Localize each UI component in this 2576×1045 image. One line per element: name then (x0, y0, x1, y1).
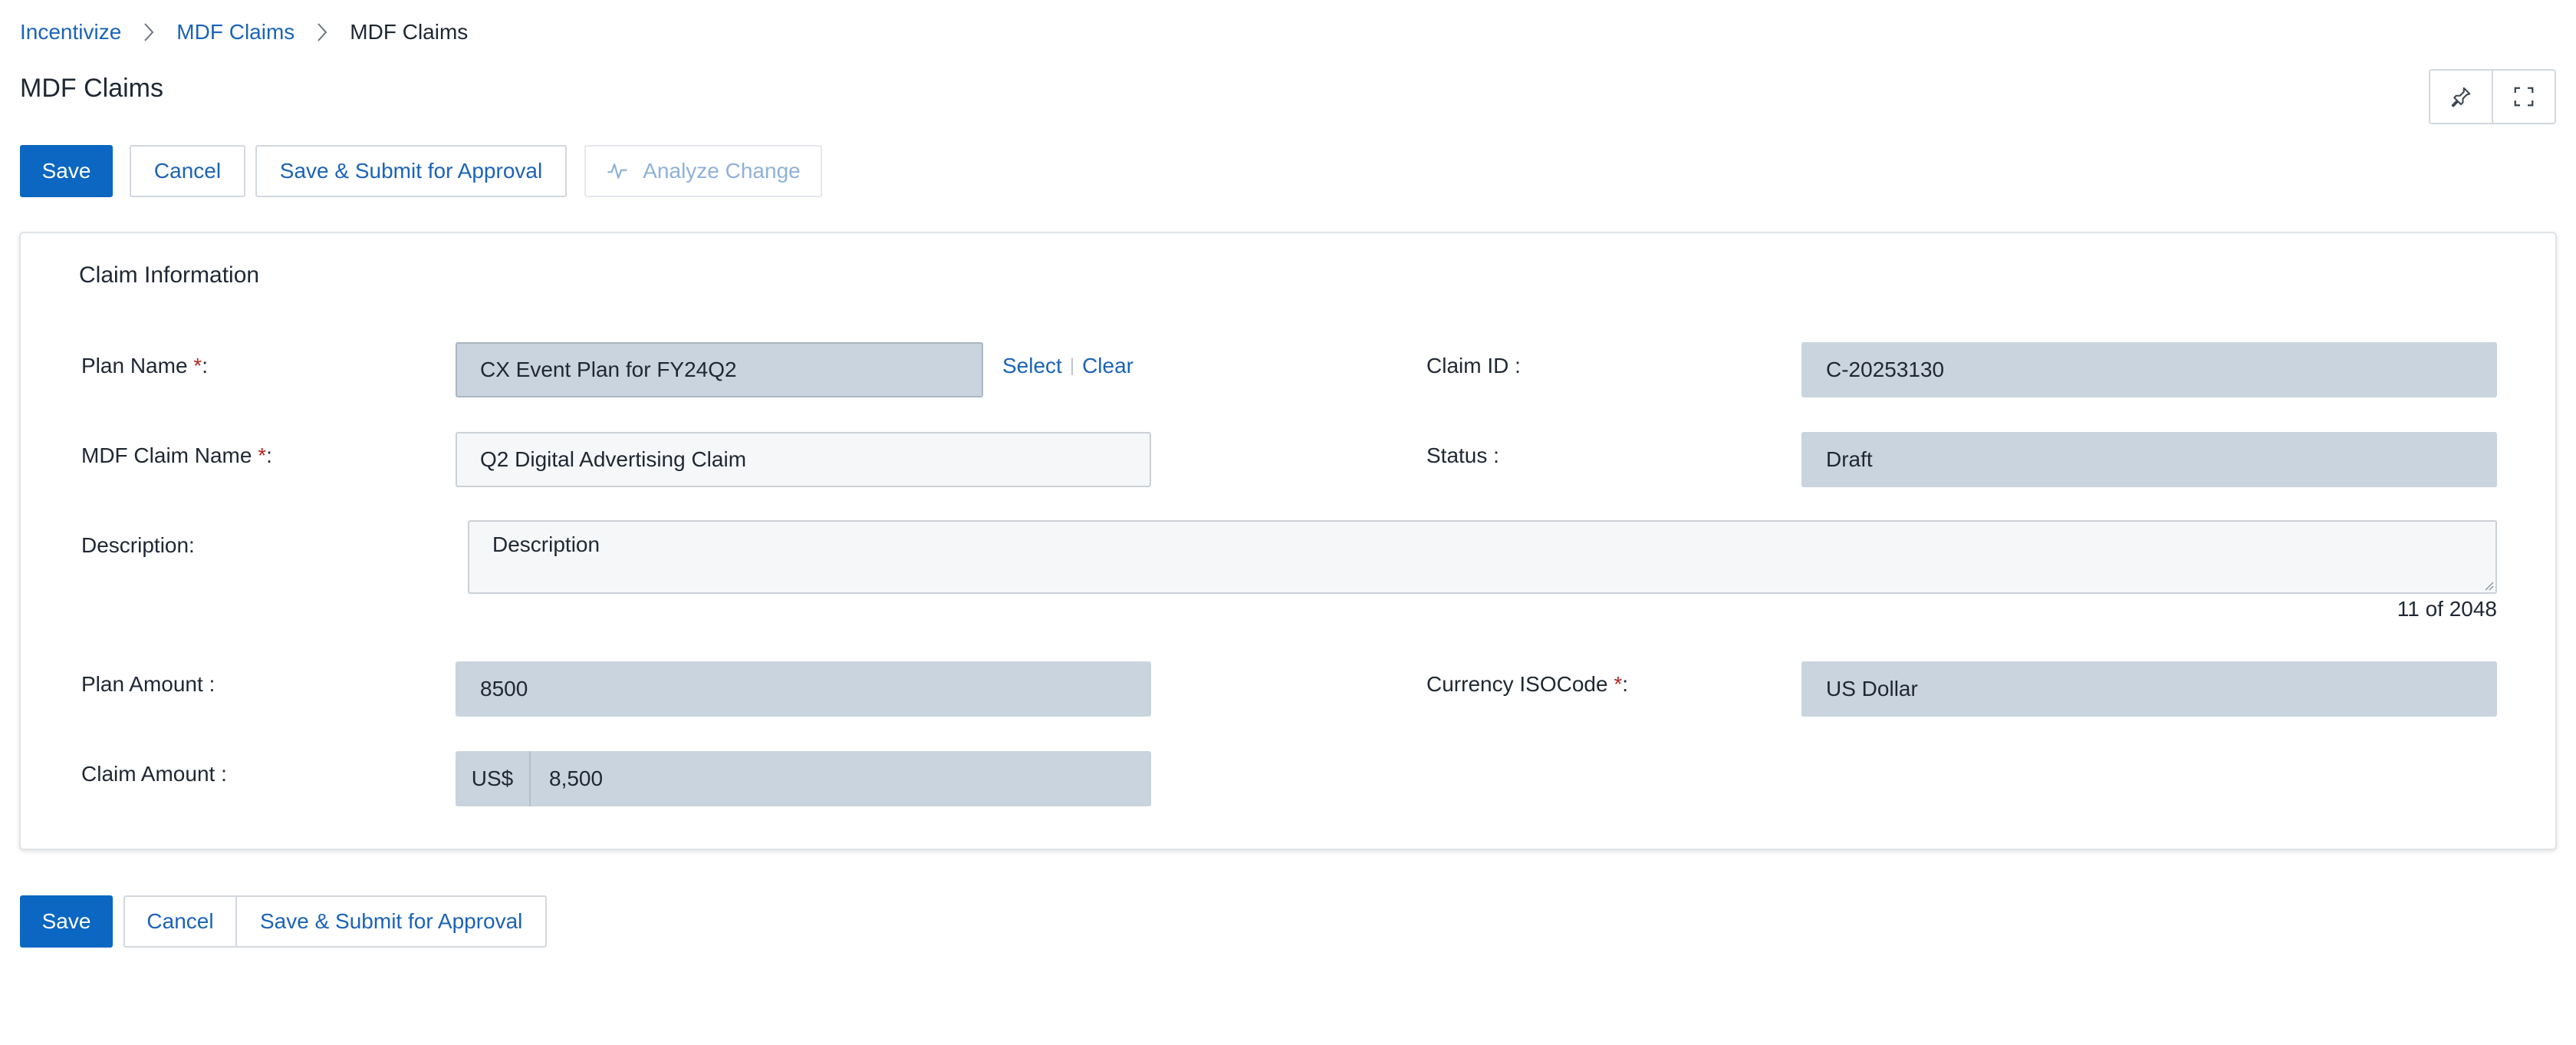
cancel-button[interactable]: Cancel (130, 145, 245, 197)
breadcrumb: Incentivize MDF Claims MDF Claims (20, 17, 468, 48)
currency-isocode-field: US Dollar (1801, 661, 2497, 717)
description-label: Description: (81, 533, 195, 557)
currency-prefix: US$ (456, 751, 531, 806)
required-marker: * (258, 443, 267, 467)
select-link[interactable]: Select (1002, 354, 1062, 378)
analyze-change-button: Analyze Change (584, 145, 822, 197)
bottom-actions-group: Cancel Save & Submit for Approval (123, 895, 548, 948)
mdf-claim-name-input[interactable]: Q2 Digital Advertising Claim (456, 432, 1151, 487)
pin-icon (2451, 87, 2471, 107)
plan-name-label: Plan Name *: (81, 354, 208, 377)
fullscreen-button[interactable] (2492, 71, 2555, 123)
plan-amount-field: 8500 (456, 661, 1151, 717)
save-submit-button-bottom[interactable]: Save & Submit for Approval (235, 897, 545, 946)
claim-information-card: Claim Information Plan Name *: CX Event … (19, 232, 2557, 850)
description-value: Description (492, 532, 600, 556)
character-counter: 11 of 2048 (2397, 597, 2497, 621)
analyze-change-label: Analyze Change (643, 159, 801, 183)
chevron-right-icon (314, 17, 330, 48)
header-actions (2429, 69, 2556, 124)
pin-button[interactable] (2430, 71, 2492, 123)
save-button-bottom[interactable]: Save (20, 895, 113, 948)
claim-id-field: C-20253130 (1801, 342, 2497, 397)
claim-amount-field: US$ 8,500 (456, 751, 1151, 806)
save-submit-button[interactable]: Save & Submit for Approval (255, 145, 567, 197)
activity-icon (607, 163, 627, 179)
plan-amount-label: Plan Amount : (81, 672, 215, 696)
section-title: Claim Information (79, 262, 260, 288)
clear-link[interactable]: Clear (1082, 354, 1133, 378)
breadcrumb-current: MDF Claims (350, 20, 469, 44)
page-title: MDF Claims (20, 74, 163, 103)
required-marker: * (1614, 672, 1623, 696)
claim-amount-label: Claim Amount : (81, 762, 227, 786)
description-textarea[interactable]: Description (468, 520, 2497, 594)
status-label: Status : (1426, 443, 1499, 467)
fullscreen-icon (2514, 87, 2534, 107)
plan-name-actions: Select | Clear (1002, 354, 1133, 378)
plan-name-field: CX Event Plan for FY24Q2 (456, 342, 983, 397)
breadcrumb-link-mdf-claims[interactable]: MDF Claims (176, 20, 294, 45)
claim-amount-value: 8,500 (549, 766, 604, 790)
breadcrumb-link-incentivize[interactable]: Incentivize (20, 20, 121, 45)
currency-isocode-label: Currency ISOCode *: (1426, 672, 1629, 696)
required-marker: * (193, 354, 202, 377)
mdf-claims-page: Incentivize MDF Claims MDF Claims MDF Cl… (0, 0, 2576, 1045)
claim-id-label: Claim ID : (1426, 354, 1521, 377)
mdf-claim-name-label: MDF Claim Name *: (81, 443, 272, 467)
cancel-button-bottom[interactable]: Cancel (125, 897, 235, 946)
chevron-right-icon (141, 17, 156, 48)
link-separator: | (1069, 355, 1075, 376)
resize-grip-icon[interactable] (2482, 579, 2494, 591)
status-field: Draft (1801, 432, 2497, 487)
save-button[interactable]: Save (20, 145, 113, 197)
